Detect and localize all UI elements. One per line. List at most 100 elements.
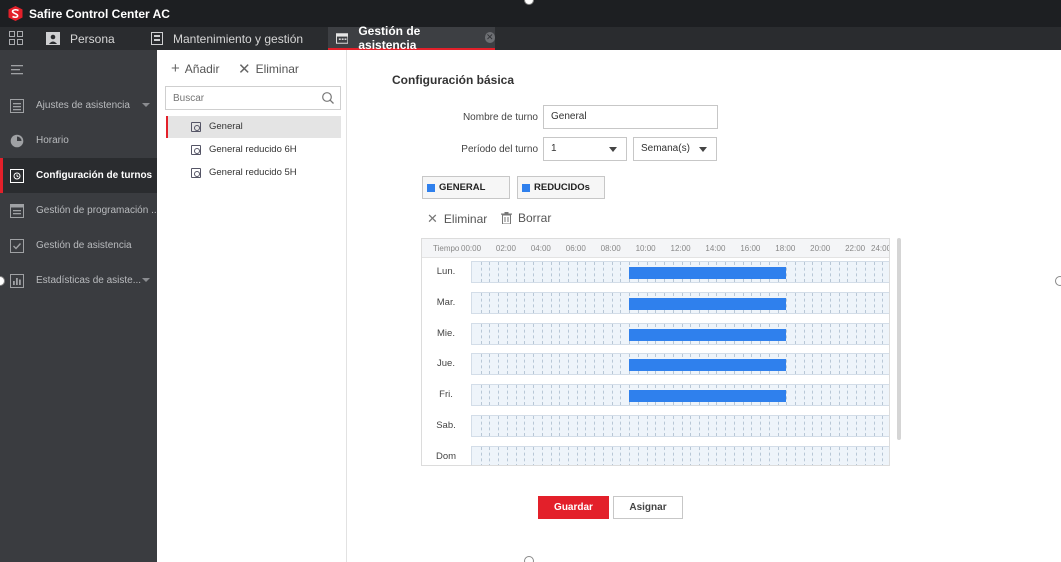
menu-collapse-icon[interactable]: [11, 65, 23, 75]
day-label: Jue.: [437, 358, 455, 370]
period-number-select[interactable]: 1: [543, 137, 627, 161]
grid-line: [838, 292, 840, 313]
window-resize-handle[interactable]: [524, 556, 534, 562]
shift-list-item-general[interactable]: General: [166, 116, 341, 138]
sidebar-item-label: Gestión de programación ...: [36, 205, 160, 216]
shift-config-main: Configuración básica Nombre de turno Gen…: [348, 50, 1061, 562]
shift-icon: [191, 145, 201, 155]
timetable-label: GENERAL: [439, 182, 486, 193]
grid-line: [672, 446, 674, 465]
sidebar-item-ajustes[interactable]: Ajustes de asistencia: [0, 88, 157, 123]
shift-list-item-general-5h[interactable]: General reducido 5H: [166, 162, 341, 184]
grid-line: [524, 262, 526, 282]
tab-persona[interactable]: Persona: [46, 27, 126, 50]
sidebar-item-estadisticas[interactable]: Estadísticas de asiste...: [0, 263, 157, 298]
attendance-check-icon: [10, 239, 24, 253]
grid-line: [873, 262, 875, 282]
grid-line: [506, 354, 508, 375]
hour-tick-label: 20:00: [810, 244, 831, 253]
tab-mantenimiento[interactable]: Mantenimiento y gestión: [151, 27, 321, 50]
period-unit-select[interactable]: Semana(s): [633, 137, 717, 161]
day-timeline-row[interactable]: [471, 322, 889, 345]
time-segment-bar[interactable]: [629, 390, 787, 403]
day-timeline-row[interactable]: [471, 445, 889, 465]
grid-line: [602, 292, 604, 313]
sidebar: Ajustes de asistencia Horario Configurac…: [0, 50, 160, 562]
delete-shift-button[interactable]: ✕ Eliminar: [238, 60, 299, 78]
grid-line: [829, 354, 831, 375]
close-tab-icon[interactable]: ✕: [484, 32, 495, 43]
timetable-reducidos-button[interactable]: REDUCIDOs: [517, 176, 605, 199]
grid-line: [873, 385, 875, 406]
grid-line: [873, 416, 875, 436]
grid-line: [838, 385, 840, 406]
grid-line: [559, 323, 561, 344]
time-segment-bar[interactable]: [629, 297, 787, 310]
window-resize-handle[interactable]: [1055, 276, 1061, 286]
assign-button[interactable]: Asignar: [613, 496, 683, 519]
delete-period-button[interactable]: ✕ Eliminar: [427, 211, 487, 227]
clear-button[interactable]: Borrar: [501, 211, 551, 225]
time-segment-bar[interactable]: [629, 328, 787, 341]
grid-line: [541, 385, 543, 406]
grid-line: [506, 416, 508, 436]
search-icon[interactable]: [321, 91, 335, 105]
grid-line: [524, 323, 526, 344]
apps-grid-icon[interactable]: [9, 31, 23, 45]
grid-line: [594, 354, 596, 375]
grid-line: [786, 385, 788, 406]
statistics-icon: [10, 274, 24, 288]
timetable-general-button[interactable]: GENERAL: [422, 176, 510, 199]
grid-line: [847, 262, 849, 282]
grid-line: [856, 416, 858, 436]
hour-tick-label: 12:00: [670, 244, 691, 253]
grid-line: [480, 262, 482, 282]
grid-line: [821, 416, 823, 436]
grid-line: [821, 323, 823, 344]
grid-line: [760, 446, 762, 465]
day-timeline-row[interactable]: [471, 384, 889, 407]
grid-line: [707, 446, 709, 465]
grid-line: [559, 292, 561, 313]
shift-list-item-general-6h[interactable]: General reducido 6H: [166, 139, 341, 161]
grid-line: [533, 323, 535, 344]
sidebar-item-horario[interactable]: Horario: [0, 123, 157, 158]
grid-line: [873, 354, 875, 375]
day-timeline-row[interactable]: [471, 291, 889, 314]
sidebar-item-configuracion-turnos[interactable]: Configuración de turnos: [0, 158, 157, 193]
day-timeline-row[interactable]: [471, 261, 889, 283]
grid-line: [515, 416, 517, 436]
weekly-schedule-grid[interactable]: Tiempo 00:00 02:00 04:00 06:00 08:00 10:00 12:…: [421, 238, 890, 466]
grid-line: [803, 354, 805, 375]
sidebar-item-gestion-asistencia[interactable]: Gestión de asistencia: [0, 228, 157, 263]
grid-line: [698, 416, 700, 436]
day-label: Dom: [435, 450, 457, 462]
tab-gestion-asistencia[interactable]: Gestión de asistencia ✕: [328, 24, 495, 52]
grid-line: [803, 292, 805, 313]
sidebar-item-label: Configuración de turnos: [36, 170, 153, 181]
save-button[interactable]: Guardar: [538, 496, 609, 519]
schedule-scrollbar[interactable]: [897, 238, 901, 440]
time-segment-bar[interactable]: [629, 267, 787, 279]
add-shift-button[interactable]: + Añadir: [171, 60, 219, 77]
grid-line: [812, 446, 814, 465]
grid-line: [498, 292, 500, 313]
person-card-icon: [46, 32, 60, 45]
grid-line: [602, 385, 604, 406]
grid-line: [812, 385, 814, 406]
sidebar-item-programacion[interactable]: Gestión de programación ...: [0, 193, 160, 228]
grid-line: [515, 292, 517, 313]
day-timeline-row[interactable]: [471, 415, 889, 437]
day-label: Fri.: [439, 389, 453, 401]
shift-name-field[interactable]: General: [543, 105, 718, 129]
safire-logo-icon: [8, 6, 23, 21]
color-swatch: [427, 183, 435, 192]
grid-line: [559, 385, 561, 406]
day-timeline-row[interactable]: [471, 353, 889, 376]
time-segment-bar[interactable]: [629, 359, 787, 372]
grid-line: [655, 446, 657, 465]
grid-line: [585, 416, 587, 436]
grid-line: [786, 354, 788, 375]
search-input[interactable]: [166, 87, 316, 109]
grid-line: [733, 416, 735, 436]
